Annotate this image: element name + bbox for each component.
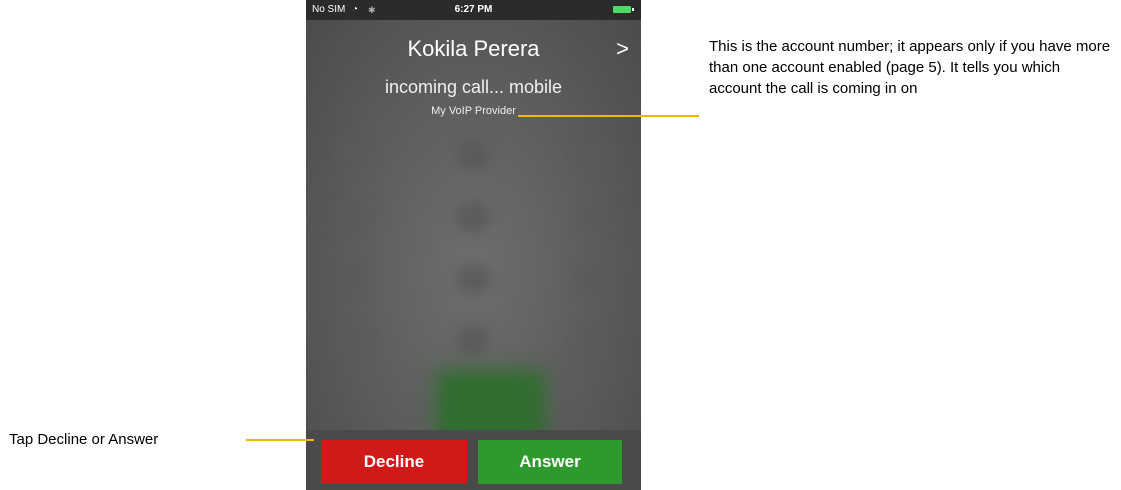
buttons-callout-line (246, 439, 314, 441)
status-bar: No SIM ◔ ✱ 6:27 PM (306, 0, 641, 20)
status-time: 6:27 PM (454, 4, 493, 15)
phone-screen: No SIM ◔ ✱ 6:27 PM Kokila Perera > incom… (306, 0, 641, 490)
chevron-right-icon[interactable]: > (616, 36, 629, 62)
decline-button[interactable]: Decline (321, 440, 467, 484)
answer-button[interactable]: Answer (478, 440, 622, 484)
caller-name: Kokila Perera (407, 36, 540, 61)
account-callout-line (518, 115, 699, 117)
call-status: incoming call... mobile (384, 77, 563, 97)
battery-icon (613, 6, 634, 13)
account-callout-text: This is the account number; it appears o… (709, 38, 1111, 97)
buttons-callout-text: Tap Decline or Answer (9, 431, 159, 448)
blurred-keypad (326, 130, 621, 450)
